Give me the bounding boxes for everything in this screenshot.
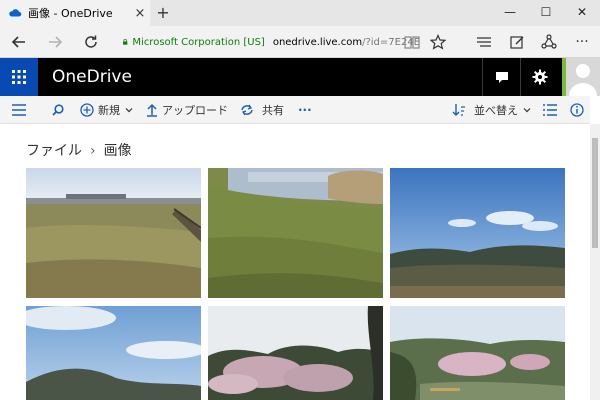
photo-image xyxy=(26,168,201,298)
back-arrow-icon[interactable] xyxy=(4,26,34,58)
command-bar: 新規 アップロード 共有 ··· 並べ替え xyxy=(0,96,590,124)
maximize-button[interactable]: ☐ xyxy=(528,0,564,26)
upload-button[interactable]: アップロード xyxy=(146,96,228,124)
photo-image xyxy=(208,306,383,400)
chevron-down-icon xyxy=(125,108,133,113)
new-tab-button[interactable]: + xyxy=(152,0,174,26)
lock-icon xyxy=(123,39,128,45)
list-view-icon[interactable] xyxy=(543,96,557,124)
tab-strip: 画像 - OneDrive × + — ☐ ✕ xyxy=(0,0,600,26)
photo-image xyxy=(390,168,565,298)
chevron-down-icon xyxy=(523,108,531,113)
reading-view-icon[interactable] xyxy=(398,26,426,58)
breadcrumb-root[interactable]: ファイル xyxy=(26,143,82,159)
photo-image xyxy=(26,306,201,400)
share-button[interactable]: 共有 xyxy=(240,96,284,124)
close-window-button[interactable]: ✕ xyxy=(564,0,600,26)
share-label: 共有 xyxy=(262,104,284,117)
site-identity: Microsoft Corporation [US] xyxy=(132,36,265,48)
upload-label: アップロード xyxy=(162,104,228,117)
sort-icon xyxy=(452,104,465,116)
address-toolbar: Microsoft Corporation [US] onedrive.live… xyxy=(0,26,600,58)
onedrive-cloud-icon xyxy=(9,9,22,17)
photo-thumbnail-1[interactable] xyxy=(26,168,201,298)
tab-close-icon[interactable]: × xyxy=(130,6,150,21)
sort-label: 並べ替え xyxy=(474,104,518,117)
new-button[interactable]: 新規 xyxy=(80,96,134,124)
breadcrumb: ファイル › 画像 xyxy=(26,140,132,160)
url-host: onedrive.live.com xyxy=(272,36,363,48)
photo-thumbnail-6[interactable] xyxy=(390,306,565,400)
user-avatar[interactable] xyxy=(562,58,600,96)
plus-circle-icon xyxy=(80,103,94,117)
minimize-button[interactable]: — xyxy=(492,0,528,26)
app-launcher-icon[interactable] xyxy=(0,58,38,96)
photo-image xyxy=(390,306,565,400)
vertical-scrollbar[interactable] xyxy=(590,124,600,400)
photo-thumbnail-3[interactable] xyxy=(390,168,565,298)
forward-arrow-icon[interactable] xyxy=(40,26,70,58)
nav-menu-icon[interactable] xyxy=(12,96,26,124)
photo-image xyxy=(208,168,383,298)
settings-gear-icon[interactable] xyxy=(520,58,558,96)
share-icon[interactable] xyxy=(535,26,563,58)
more-icon[interactable]: ··· xyxy=(568,26,596,58)
sort-button[interactable]: 並べ替え xyxy=(452,96,532,124)
onedrive-header: OneDrive xyxy=(0,58,600,96)
tab-title: 画像 - OneDrive xyxy=(28,7,113,20)
address-field[interactable]: Microsoft Corporation [US] onedrive.live… xyxy=(122,31,420,53)
chat-icon[interactable] xyxy=(482,58,520,96)
photo-thumbnail-4[interactable] xyxy=(26,306,201,400)
breadcrumb-separator: › xyxy=(90,143,96,159)
favorite-star-icon[interactable] xyxy=(424,26,452,58)
search-icon[interactable] xyxy=(52,96,64,124)
browser-window: 画像 - OneDrive × + — ☐ ✕ Microsoft Corpor… xyxy=(0,0,600,400)
new-label: 新規 xyxy=(98,104,120,117)
photo-thumbnail-5[interactable] xyxy=(208,306,383,400)
scrollbar-thumb[interactable] xyxy=(592,138,598,248)
photo-thumbnail-2[interactable] xyxy=(208,168,383,298)
upload-arrow-icon xyxy=(147,103,157,117)
breadcrumb-current: 画像 xyxy=(103,143,132,159)
share-arrows-icon xyxy=(241,104,253,116)
info-icon[interactable] xyxy=(570,96,584,124)
more-commands-button[interactable]: ··· xyxy=(298,96,312,124)
hub-icon[interactable] xyxy=(470,26,498,58)
app-title[interactable]: OneDrive xyxy=(52,58,132,96)
person-icon xyxy=(569,64,597,96)
browser-tab-active[interactable]: 画像 - OneDrive × xyxy=(0,0,150,26)
web-note-icon[interactable] xyxy=(503,26,531,58)
refresh-icon[interactable] xyxy=(76,26,106,58)
